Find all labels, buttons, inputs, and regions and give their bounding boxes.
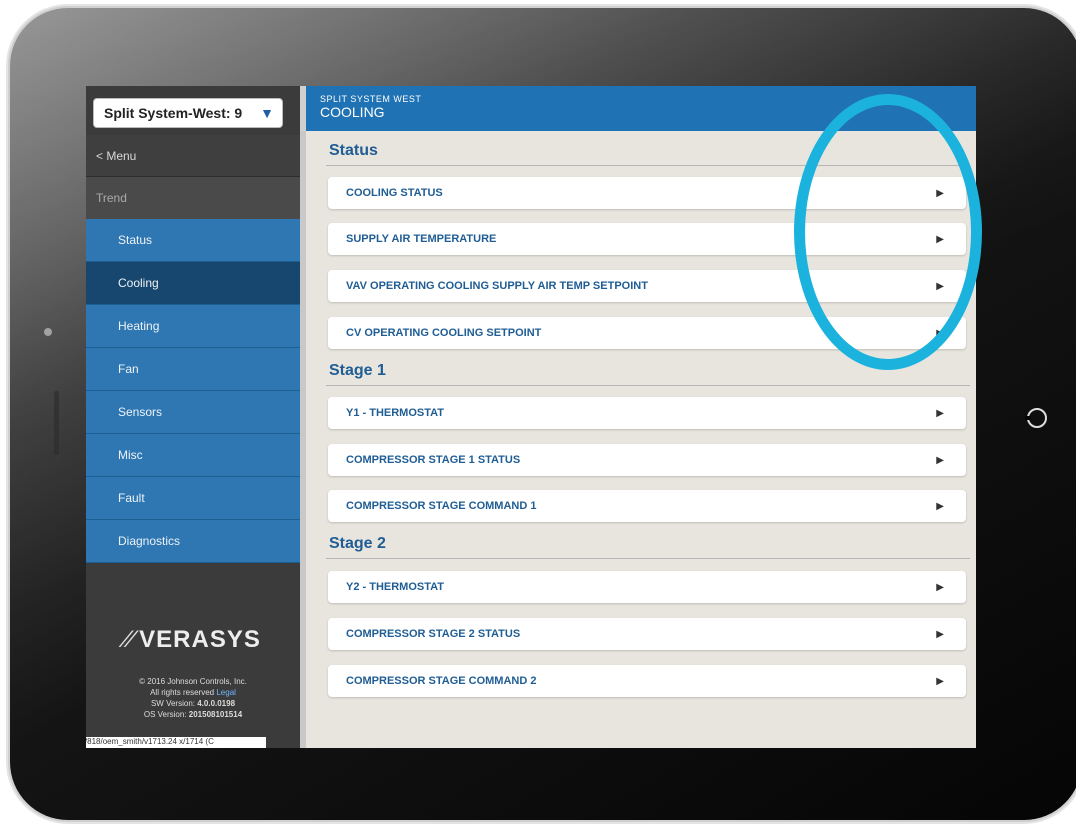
list-item-label: COMPRESSOR STAGE COMMAND 1 bbox=[346, 500, 537, 512]
logo-text: VERASYS bbox=[139, 626, 261, 653]
list-item[interactable]: COMPRESSOR STAGE COMMAND 2 ▶ bbox=[328, 665, 966, 697]
list-item-label: SUPPLY AIR TEMPERATURE bbox=[346, 233, 497, 245]
sidebar-item-heating[interactable]: Heating bbox=[86, 305, 300, 348]
list-item-label: COOLING STATUS bbox=[346, 187, 443, 199]
list-item-label: Y1 - THERMOSTAT bbox=[346, 407, 444, 419]
sidebar-nav: Status Cooling Heating Fan Sensors Misc … bbox=[86, 219, 300, 563]
verasys-logo: ⁄⁄ VERASYS bbox=[86, 626, 300, 654]
sidebar-item-fault[interactable]: Fault bbox=[86, 477, 300, 520]
list-item-label: CV OPERATING COOLING SETPOINT bbox=[346, 327, 542, 339]
os-version-line: OS Version: 201508101514 bbox=[86, 709, 300, 720]
copyright-text: © 2016 Johnson Controls, Inc. bbox=[139, 677, 247, 686]
os-version-label: OS Version: bbox=[143, 710, 187, 719]
legal-link[interactable]: Legal bbox=[216, 688, 236, 697]
menu-back-button[interactable]: < Menu bbox=[86, 135, 300, 177]
sidebar-item-fan[interactable]: Fan bbox=[86, 348, 300, 391]
list-item-label: VAV OPERATING COOLING SUPPLY AIR TEMP SE… bbox=[346, 280, 648, 292]
sw-version-line: SW Version: 4.0.0.0198 bbox=[86, 698, 300, 709]
rights-line: All rights reserved Legal bbox=[86, 687, 300, 698]
rights-text: All rights reserved bbox=[150, 688, 215, 697]
play-arrow-icon: ▶ bbox=[936, 454, 944, 466]
list-item[interactable]: Y1 - THERMOSTAT ▶ bbox=[328, 397, 966, 429]
list-item-label: COMPRESSOR STAGE 2 STATUS bbox=[346, 628, 521, 640]
section-title-stage-2: Stage 2 bbox=[326, 533, 970, 559]
trend-button[interactable]: Trend bbox=[86, 177, 300, 219]
footer-info: © 2016 Johnson Controls, Inc. All rights… bbox=[86, 676, 300, 720]
play-arrow-icon: ▶ bbox=[936, 675, 944, 687]
list-item[interactable]: COMPRESSOR STAGE COMMAND 1 ▶ bbox=[328, 490, 966, 522]
list-item-label: COMPRESSOR STAGE COMMAND 2 bbox=[346, 675, 537, 687]
side-button bbox=[54, 391, 59, 455]
home-button-icon bbox=[1025, 408, 1047, 428]
sw-version-value: 4.0.0.0198 bbox=[197, 699, 236, 708]
device-select[interactable]: Split System-West: 9 ▼ bbox=[93, 98, 283, 128]
camera-dot bbox=[44, 328, 52, 336]
sidebar-item-misc[interactable]: Misc bbox=[86, 434, 300, 477]
highlight-circle bbox=[794, 94, 982, 370]
play-arrow-icon: ▶ bbox=[936, 581, 944, 593]
logo-mark-icon: ⁄⁄ bbox=[125, 626, 136, 653]
sidebar-item-sensors[interactable]: Sensors bbox=[86, 391, 300, 434]
sidebar-item-status[interactable]: Status bbox=[86, 219, 300, 262]
device-select-label: Split System-West: 9 bbox=[104, 105, 243, 121]
list-item-label: Y2 - THERMOSTAT bbox=[346, 581, 444, 593]
sw-version-label: SW Version: bbox=[150, 699, 195, 708]
sidebar-item-diagnostics[interactable]: Diagnostics bbox=[86, 520, 300, 563]
sidebar: Split System-West: 9 ▼ < Menu Trend Stat… bbox=[86, 86, 300, 748]
os-version-value: 201508101514 bbox=[188, 710, 243, 719]
url-status-bar: 51/818/oem_smith/v1713.24 x/1714 (C bbox=[86, 737, 266, 748]
list-item[interactable]: Y2 - THERMOSTAT ▶ bbox=[328, 571, 966, 603]
play-arrow-icon: ▶ bbox=[936, 628, 944, 640]
list-item-label: COMPRESSOR STAGE 1 STATUS bbox=[346, 454, 521, 466]
triangle-down-icon: ▼ bbox=[260, 105, 274, 121]
list-item[interactable]: COMPRESSOR STAGE 1 STATUS ▶ bbox=[328, 444, 966, 476]
play-arrow-icon: ▶ bbox=[936, 407, 944, 419]
list-item[interactable]: COMPRESSOR STAGE 2 STATUS ▶ bbox=[328, 618, 966, 650]
play-arrow-icon: ▶ bbox=[936, 500, 944, 512]
sidebar-item-cooling[interactable]: Cooling bbox=[86, 262, 300, 305]
